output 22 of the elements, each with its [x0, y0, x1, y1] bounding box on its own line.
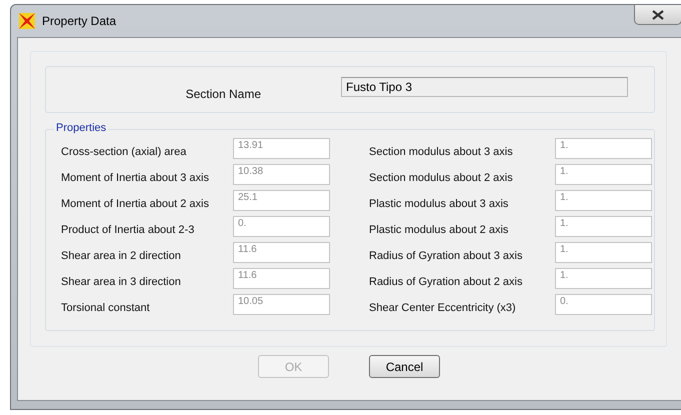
- property-label: Plastic modulus about 2 axis: [369, 224, 510, 236]
- property-label: Radius of Gyration about 2 axis: [369, 276, 524, 288]
- close-button[interactable]: [634, 5, 681, 25]
- property-label: Section modulus about 2 axis: [369, 172, 514, 184]
- property-label: Shear area in 2 direction: [61, 250, 182, 262]
- section-name-field[interactable]: Fusto Tipo 3: [341, 76, 628, 96]
- property-label: Product of Inertia about 2-3: [61, 224, 196, 236]
- property-label: Moment of Inertia about 3 axis: [61, 172, 210, 184]
- window-title: Property Data: [42, 14, 116, 28]
- property-label: Section modulus about 3 axis: [369, 146, 514, 158]
- cancel-button[interactable]: Cancel: [369, 355, 440, 378]
- property-label: Radius of Gyration about 3 axis: [369, 250, 524, 262]
- property-label: Plastic modulus about 3 axis: [369, 198, 510, 210]
- property-label: Shear area in 3 direction: [61, 276, 182, 288]
- property-label: Torsional constant: [61, 302, 151, 314]
- property-label: Moment of Inertia about 2 axis: [61, 198, 210, 210]
- properties-legend: Properties: [54, 122, 108, 134]
- property-label: Cross-section (axial) area: [61, 146, 188, 158]
- close-icon: [652, 10, 664, 20]
- property-label: Shear Center Eccentricity (x3): [369, 302, 517, 314]
- app-icon: [18, 12, 36, 30]
- section-name-label: Section Name: [184, 86, 261, 100]
